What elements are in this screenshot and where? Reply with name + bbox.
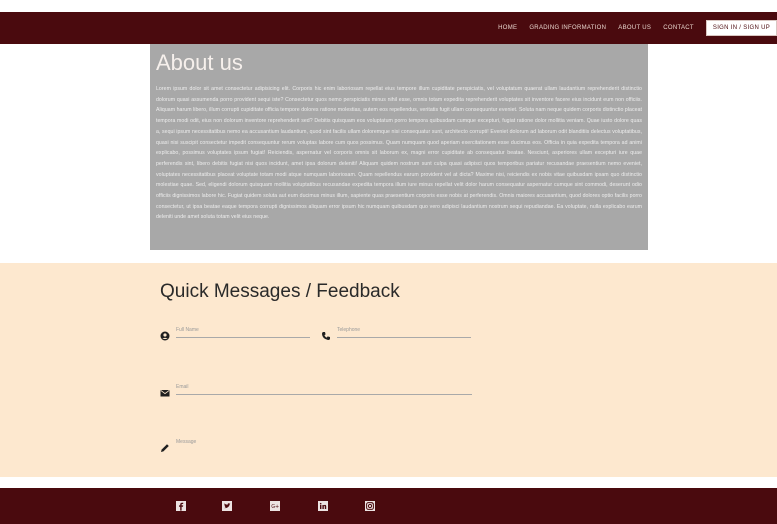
top-navbar: HOME GRADING INFORMATION ABOUT US CONTAC… xyxy=(0,12,777,44)
login-signup-button[interactable]: SIGN IN / SIGN UP xyxy=(705,20,777,36)
nav-home-link[interactable]: HOME xyxy=(498,25,517,31)
nav-grading-info-link[interactable]: GRADING INFORMATION xyxy=(529,25,606,31)
about-body-text: Lorem ipsum dolor sit amet consectetur a… xyxy=(156,86,642,221)
message-input[interactable]: Message xyxy=(176,435,472,450)
instagram-icon[interactable] xyxy=(365,501,375,511)
telephone-field[interactable]: Telephone xyxy=(321,323,471,341)
envelope-icon xyxy=(160,385,170,397)
telephone-placeholder: Telephone xyxy=(337,327,361,333)
nav-contact-link[interactable]: CONTACT xyxy=(663,25,694,31)
feedback-title: Quick Messages / Feedback xyxy=(160,281,400,302)
email-input[interactable]: Email xyxy=(176,380,472,395)
svg-text:G+: G+ xyxy=(271,504,279,510)
phone-icon xyxy=(321,328,331,341)
about-section: About us Lorem ipsum dolor sit amet cons… xyxy=(150,44,648,250)
message-placeholder: Message xyxy=(176,439,197,445)
full-name-placeholder: Full Name xyxy=(176,327,199,333)
nav-about-link[interactable]: ABOUT US xyxy=(618,25,651,31)
about-title: About us xyxy=(156,50,243,75)
full-name-field[interactable]: Full Name xyxy=(160,323,310,341)
pencil-icon xyxy=(160,440,170,452)
facebook-icon[interactable] xyxy=(176,501,186,511)
footer: G+ xyxy=(0,488,777,524)
full-name-input[interactable]: Full Name xyxy=(176,323,310,338)
email-placeholder: Email xyxy=(176,384,189,390)
google-plus-icon[interactable]: G+ xyxy=(270,501,280,511)
user-icon xyxy=(160,328,170,341)
feedback-section: Quick Messages / Feedback Full Name Tele… xyxy=(0,263,777,477)
telephone-input[interactable]: Telephone xyxy=(337,323,471,338)
linkedin-icon[interactable] xyxy=(318,501,328,511)
message-field[interactable]: Message xyxy=(160,435,472,452)
email-field[interactable]: Email xyxy=(160,380,472,397)
twitter-icon[interactable] xyxy=(222,501,232,511)
